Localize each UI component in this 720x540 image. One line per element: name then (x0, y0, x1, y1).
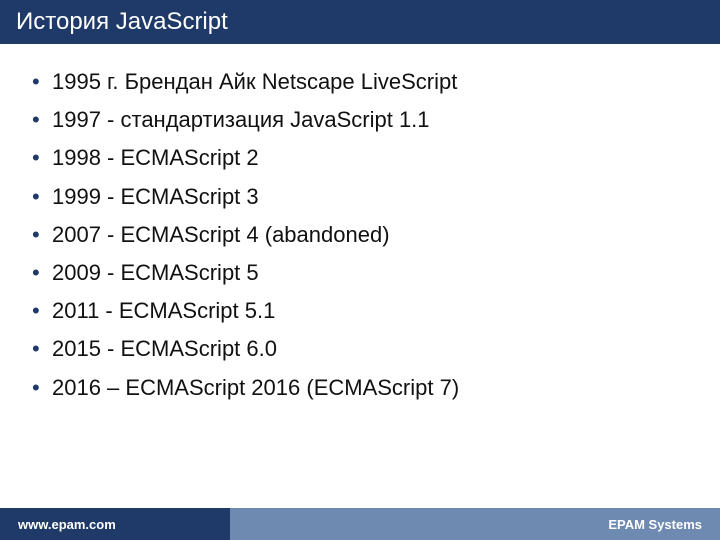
list-item: 2011 - ECMAScript 5.1 (28, 293, 692, 328)
list-item: 1997 - стандартизация JavaScript 1.1 (28, 102, 692, 137)
list-item: 1999 - ECMAScript 3 (28, 179, 692, 214)
history-list: 1995 г. Брендан Айк Netscape LiveScript … (28, 64, 692, 405)
list-item: 2007 - ECMAScript 4 (abandoned) (28, 217, 692, 252)
footer-url: www.epam.com (0, 508, 230, 540)
slide-content: 1995 г. Брендан Айк Netscape LiveScript … (0, 44, 720, 428)
list-item: 2009 - ECMAScript 5 (28, 255, 692, 290)
slide-title-bar: История JavaScript (0, 0, 720, 44)
list-item: 2015 - ECMAScript 6.0 (28, 331, 692, 366)
footer-company: EPAM Systems (230, 508, 720, 540)
slide-title: История JavaScript (16, 8, 228, 36)
list-item: 2016 – ECMAScript 2016 (ECMAScript 7) (28, 370, 692, 405)
slide-footer: www.epam.com EPAM Systems (0, 508, 720, 540)
list-item: 1998 - ECMAScript 2 (28, 140, 692, 175)
list-item: 1995 г. Брендан Айк Netscape LiveScript (28, 64, 692, 99)
